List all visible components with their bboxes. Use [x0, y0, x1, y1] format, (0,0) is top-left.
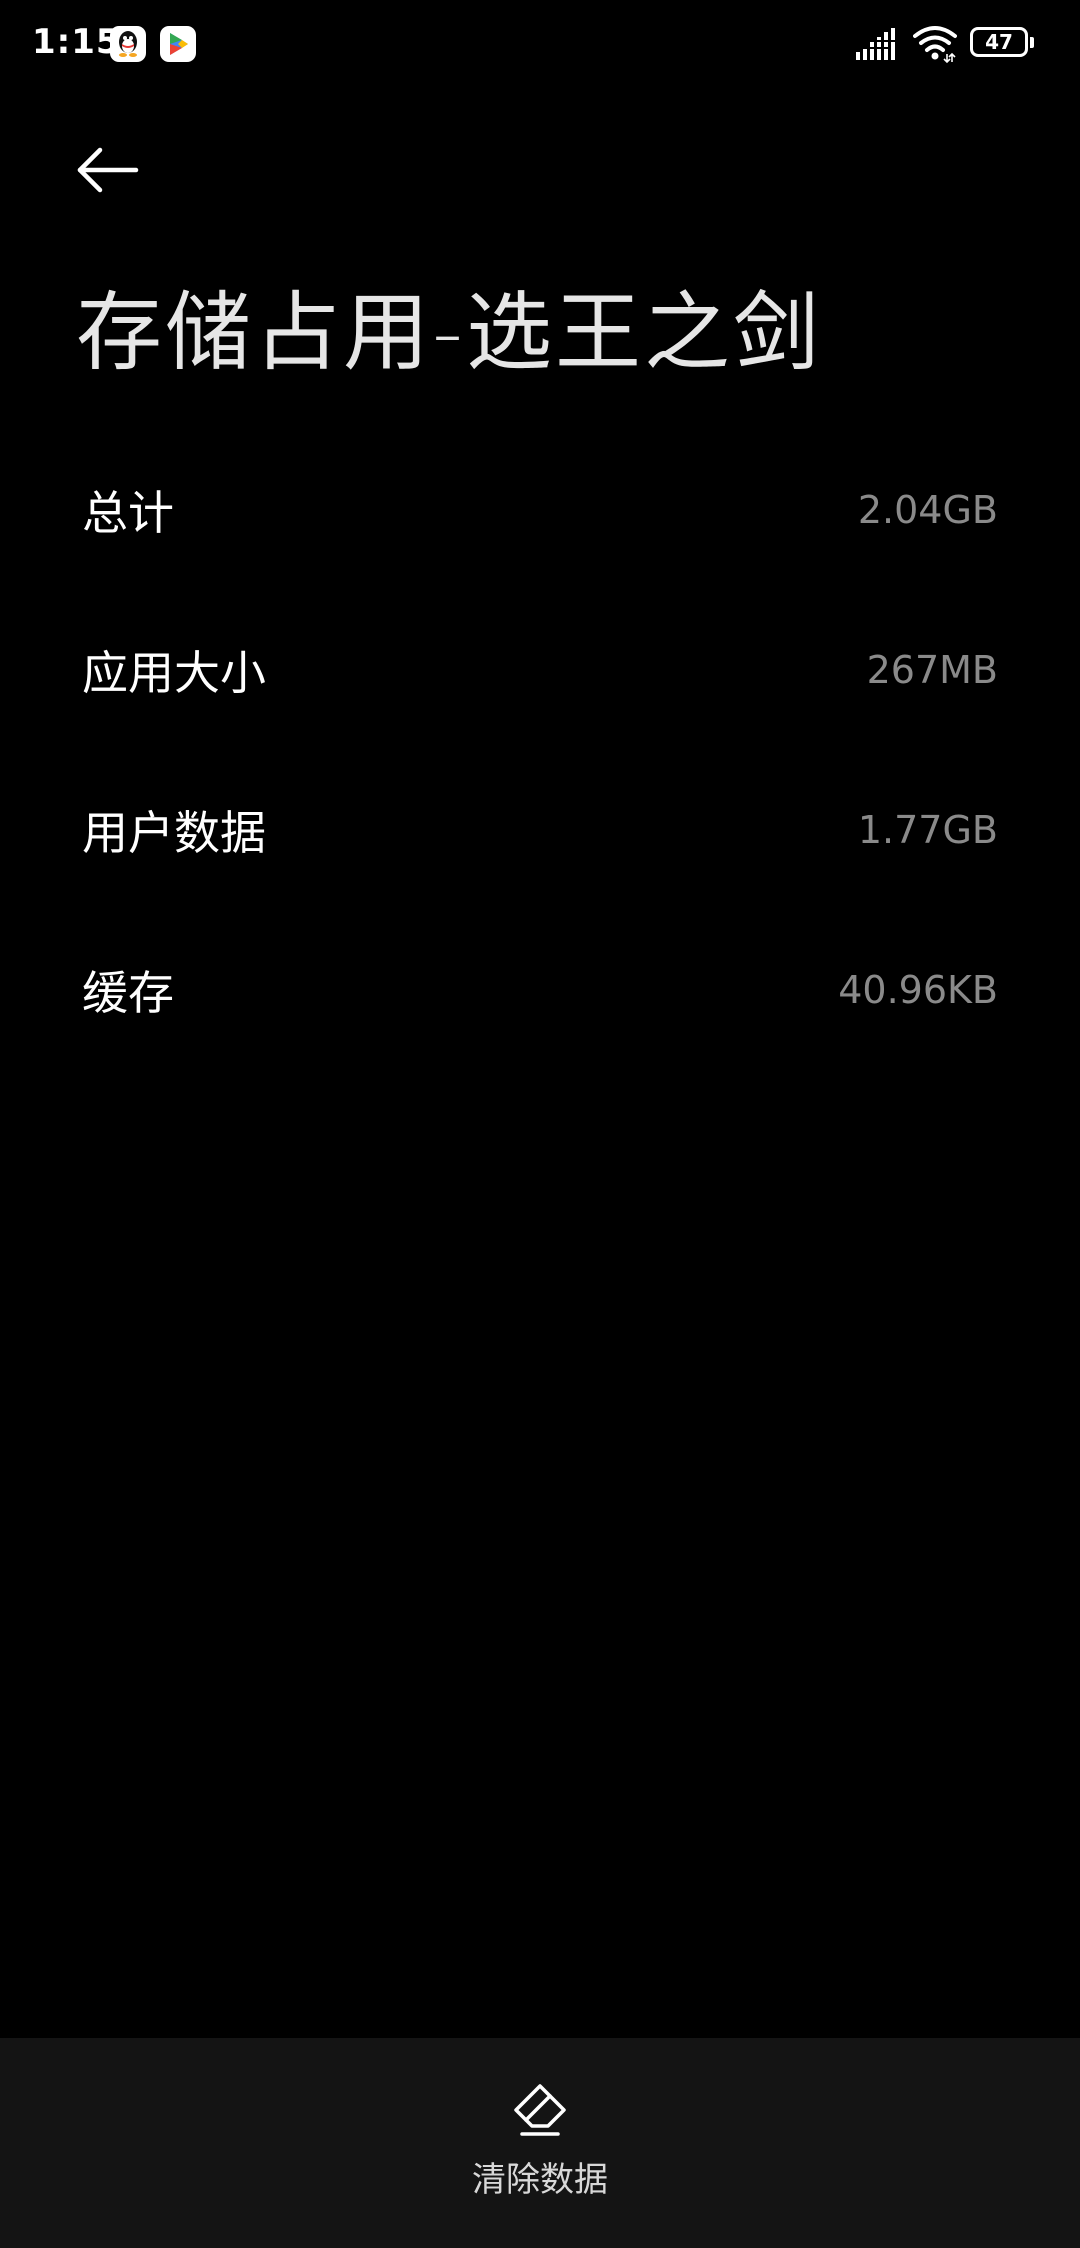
qq-icon: [110, 26, 146, 62]
back-button[interactable]: [72, 134, 144, 206]
battery-level: 47: [985, 30, 1013, 54]
storage-row-cache: 缓存 40.96KB: [0, 910, 1080, 1070]
signal-icon: [856, 28, 898, 66]
eraser-icon: [514, 2084, 566, 2136]
clear-data-label: 清除数据: [472, 2160, 608, 2200]
battery-icon: 47: [970, 27, 1034, 59]
arrow-left-icon: [77, 147, 139, 193]
row-value: 267MB: [866, 648, 998, 692]
clear-data-button[interactable]: 清除数据: [420, 2078, 660, 2218]
bottom-action-bar: 清除数据: [0, 2038, 1080, 2248]
battery-cap: [1030, 37, 1034, 48]
page-title: 存储占用-选王之剑: [76, 283, 823, 383]
storage-row-app-size: 应用大小 267MB: [0, 590, 1080, 750]
row-label: 缓存: [82, 966, 174, 1020]
status-time: 1:15: [32, 22, 121, 62]
storage-list: 总计 2.04GB 应用大小 267MB 用户数据 1.77GB 缓存 40.9…: [0, 430, 1080, 1070]
row-value: 40.96KB: [838, 968, 998, 1012]
play-store-icon: [160, 26, 196, 62]
row-label: 用户数据: [82, 806, 266, 860]
row-label: 总计: [82, 486, 174, 540]
row-value: 1.77GB: [857, 808, 998, 852]
status-bar: 1:15 47: [0, 0, 1080, 90]
storage-row-user-data: 用户数据 1.77GB: [0, 750, 1080, 910]
row-value: 2.04GB: [857, 488, 998, 532]
wifi-icon: [913, 24, 957, 68]
row-label: 应用大小: [82, 646, 266, 700]
storage-row-total: 总计 2.04GB: [0, 430, 1080, 590]
